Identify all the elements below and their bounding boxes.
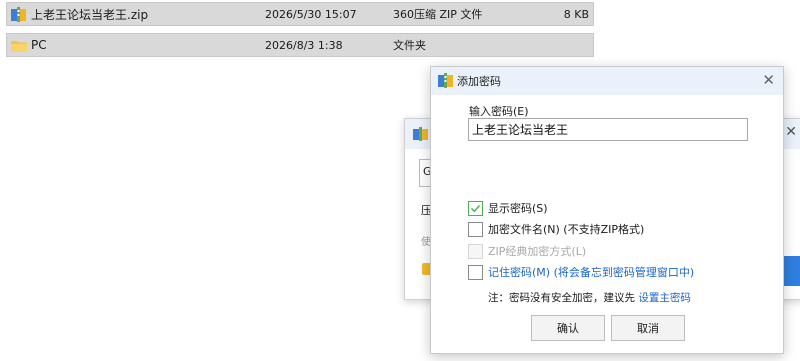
add-password-dialog: 添加密码 ✕ 输入密码(E) 显示密码(S) 加密文件名(N) (不支持ZIP格…	[430, 66, 784, 354]
password-input[interactable]	[468, 118, 748, 141]
encrypt-filenames-label: 加密文件名(N) (不支持ZIP格式)	[488, 223, 645, 236]
file-row-folder[interactable]: PC 2026/8/3 1:38 文件夹	[6, 33, 594, 57]
note-text: 注：密码没有安全加密，建议先	[488, 292, 639, 304]
show-password-checkbox[interactable]	[468, 200, 483, 216]
confirm-button[interactable]: 确认	[531, 315, 605, 341]
remember-password-option[interactable]: 记住密码(M) (将会备忘到密码管理窗口中)	[468, 264, 694, 280]
file-name: 上老王论坛当老王.zip	[31, 7, 149, 22]
dialog-title: 添加密码	[457, 75, 501, 88]
remember-password-label: 记住密码(M) (将会备忘到密码管理窗口中)	[488, 266, 695, 279]
archive-app-icon	[438, 73, 453, 88]
zip-archive-icon	[11, 7, 26, 22]
file-name: PC	[31, 38, 47, 52]
checkmark-icon	[471, 204, 481, 212]
archive-app-icon	[413, 127, 428, 141]
show-password-option[interactable]: 显示密码(S)	[468, 200, 548, 216]
password-label: 输入密码(E)	[469, 105, 529, 118]
close-icon[interactable]: ✕	[762, 71, 775, 89]
background-blue-button[interactable]	[783, 256, 800, 286]
show-password-label: 显示密码(S)	[488, 202, 548, 215]
file-type: 360压缩 ZIP 文件	[393, 8, 483, 21]
zip-classic-option: ZIP经典加密方式(L)	[468, 243, 586, 259]
encrypt-filenames-checkbox[interactable]	[468, 221, 483, 237]
file-date: 2026/5/30 15:07	[265, 7, 357, 21]
file-row-zip[interactable]: 上老王论坛当老王.zip 2026/5/30 15:07 360压缩 ZIP 文…	[6, 2, 594, 26]
file-date: 2026/8/3 1:38	[265, 38, 343, 52]
security-note: 注：密码没有安全加密，建议先 设置主密码	[488, 290, 691, 305]
file-type: 文件夹	[393, 39, 426, 52]
remember-password-checkbox[interactable]	[468, 264, 483, 280]
zip-classic-label: ZIP经典加密方式(L)	[488, 245, 587, 258]
zip-classic-checkbox	[468, 243, 483, 259]
set-master-password-link[interactable]: 设置主密码	[638, 292, 691, 304]
cancel-button[interactable]: 取消	[611, 315, 685, 341]
close-icon[interactable]: ✕	[785, 124, 797, 140]
folder-icon	[11, 41, 27, 52]
encrypt-filenames-option[interactable]: 加密文件名(N) (不支持ZIP格式)	[468, 221, 644, 237]
file-size: 8 KB	[563, 7, 589, 21]
